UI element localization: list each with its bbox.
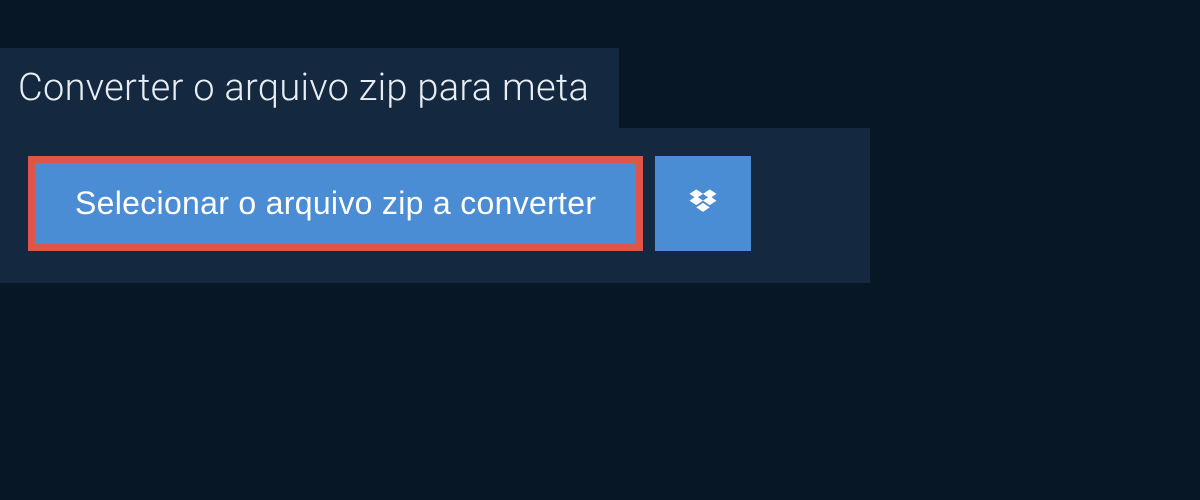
select-file-button[interactable]: Selecionar o arquivo zip a converter xyxy=(35,163,636,244)
dropbox-icon xyxy=(685,186,721,222)
header-tab: Converter o arquivo zip para meta xyxy=(0,48,619,128)
select-file-highlight: Selecionar o arquivo zip a converter xyxy=(28,156,643,251)
dropbox-button[interactable] xyxy=(655,156,751,251)
page-title: Converter o arquivo zip para meta xyxy=(18,66,589,110)
converter-panel: Selecionar o arquivo zip a converter xyxy=(0,128,870,283)
button-row: Selecionar o arquivo zip a converter xyxy=(28,156,842,251)
